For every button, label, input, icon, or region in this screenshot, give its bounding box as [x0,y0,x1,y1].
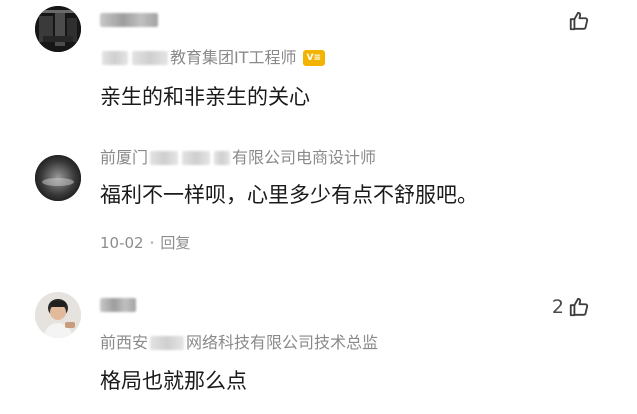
avatar-image [35,155,81,201]
like-button[interactable]: 2 [552,296,590,318]
like-count: 2 [551,296,564,318]
separator: · [149,234,155,252]
user-title-text: 有限公司电商设计师 [232,148,377,167]
comment-text: 福利不一样呗，心里多少有点不舒服吧。 [100,183,478,207]
user-title-prefix: 前西安 [100,333,149,352]
comment-date: 10-02 [100,234,144,252]
redacted-text [182,151,211,165]
user-title-text: 网络科技有限公司技术总监 [186,333,379,352]
comment-text: 格局也就那么点 [100,369,247,393]
avatar-image [35,292,81,338]
user-title-text: 教育集团IT工程师 [170,48,297,67]
thumbs-up-icon [568,10,590,32]
username-blurred[interactable] [100,13,158,27]
user-title: 教育集团IT工程师 V≡ [100,48,325,68]
redacted-text [102,51,128,65]
user-title: 前西安 网络科技有限公司技术总监 [100,333,378,353]
verified-badge-icon: V≡ [302,50,325,66]
redacted-text [214,151,231,165]
thumbs-up-icon [568,296,590,318]
redacted-text [132,51,168,65]
verified-badge-text: V≡ [306,53,322,63]
comment-text: 亲生的和非亲生的关心 [100,85,310,109]
comment-footer: 10-02 · 回复 [100,233,190,253]
avatar[interactable] [35,6,81,52]
avatar[interactable] [35,292,81,338]
like-button[interactable] [564,10,590,32]
username-blurred[interactable] [100,298,136,312]
user-title-prefix: 前厦门 [100,148,149,167]
redacted-text [150,336,185,350]
reply-button[interactable]: 回复 [160,234,190,252]
avatar[interactable] [35,155,81,201]
avatar-image [35,6,81,52]
user-title: 前厦门 有限公司电商设计师 [100,148,376,168]
redacted-text [150,151,179,165]
